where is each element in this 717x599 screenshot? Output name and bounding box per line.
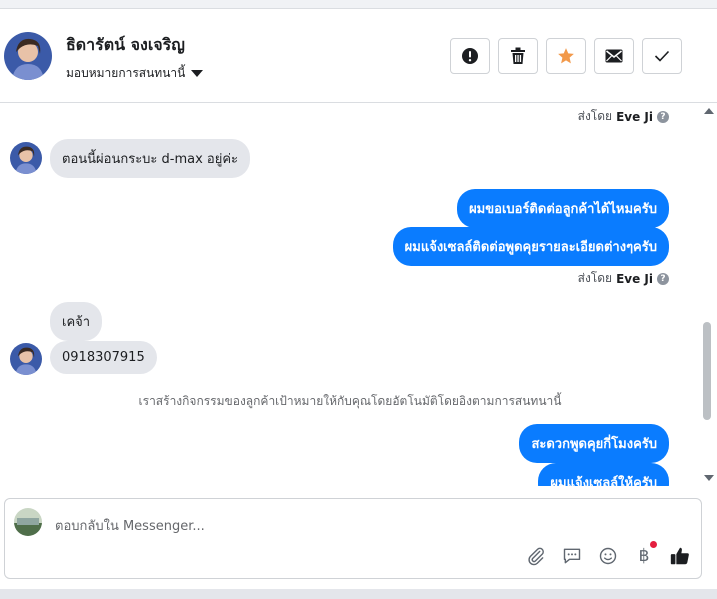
mark-done-button[interactable] (642, 38, 682, 74)
header-actions (450, 38, 682, 74)
reply-composer[interactable]: ตอบกลับใน Messenger... ฿ (4, 498, 702, 579)
scroll-down-arrow-icon[interactable] (704, 475, 714, 481)
conversation-header: ธิดารัตน์ จงเจริญ มอบหมายการสนทนานี้ (0, 9, 717, 103)
paperclip-icon[interactable] (525, 545, 547, 567)
incoming-message[interactable]: ตอนนี้ผ่อนกระบะ d-max อยู่ค่ะ (50, 139, 251, 178)
envelope-icon (605, 49, 623, 63)
sent-by-prefix: ส่งโดย (577, 271, 613, 285)
reply-input[interactable]: ตอบกลับใน Messenger... (55, 515, 205, 536)
contact-avatar[interactable] (4, 32, 52, 80)
page-avatar (14, 508, 42, 536)
scroll-up-arrow-icon[interactable] (704, 108, 714, 114)
scrollbar-thumb[interactable] (703, 322, 711, 420)
report-spam-button[interactable] (450, 38, 490, 74)
trash-icon (511, 47, 525, 64)
notification-dot (650, 541, 657, 548)
baht-glyph: ฿ (638, 546, 650, 566)
saved-reply-icon[interactable] (561, 545, 583, 567)
system-notice: เราสร้างกิจกรรมของลูกค้าเป้าหมายให้กับคุ… (138, 394, 562, 408)
sent-by-prefix: ส่งโดย (577, 109, 613, 123)
thumbs-up-icon[interactable] (669, 545, 691, 567)
outgoing-message[interactable]: สะดวกพูดคุยกี่โมงครับ (519, 424, 669, 463)
assign-conversation-dropdown[interactable]: มอบหมายการสนทนานี้ (66, 64, 204, 83)
mark-unread-button[interactable] (594, 38, 634, 74)
help-icon[interactable]: ? (657, 110, 669, 123)
contact-avatar-small (10, 142, 42, 174)
emoji-icon[interactable] (597, 545, 619, 567)
thread-scrollbar[interactable] (700, 103, 717, 486)
sent-by-name: Eve Ji (616, 109, 653, 124)
sent-by-name: Eve Ji (616, 271, 653, 286)
message-thread[interactable]: ส่งโดย Eve Ji ? ตอนนี้ผ่อนกระบะ d-max อย… (0, 103, 700, 486)
composer-tools: ฿ (525, 541, 691, 567)
incoming-message[interactable]: 0918307915 (50, 341, 157, 374)
star-icon (558, 48, 574, 64)
delete-button[interactable] (498, 38, 538, 74)
contact-avatar-small (10, 343, 42, 375)
outgoing-message[interactable]: ผมแจ้งเซลล์ให้ครับ (538, 463, 669, 486)
exclamation-circle-icon (462, 48, 478, 64)
sent-by-label: ส่งโดย Eve Ji ? (578, 107, 669, 126)
caret-down-icon (191, 70, 204, 77)
top-strip (0, 0, 717, 9)
checkmark-icon (654, 50, 670, 62)
outgoing-message[interactable]: ผมขอเบอร์ติดต่อลูกค้าได้ไหมครับ (457, 189, 669, 228)
bottom-strip (0, 589, 717, 599)
contact-name: ธิดารัตน์ จงเจริญ (66, 35, 185, 54)
baht-payment-icon[interactable]: ฿ (633, 541, 657, 567)
sent-by-label: ส่งโดย Eve Ji ? (578, 269, 669, 288)
help-icon[interactable]: ? (657, 272, 669, 285)
outgoing-message[interactable]: ผมแจ้งเซลล์ติดต่อพูดคุยรายละเอียดต่างๆคร… (392, 227, 669, 266)
assign-label: มอบหมายการสนทนานี้ (66, 66, 186, 80)
incoming-message[interactable]: เคจ้า (50, 302, 103, 341)
follow-up-button[interactable] (546, 38, 586, 74)
